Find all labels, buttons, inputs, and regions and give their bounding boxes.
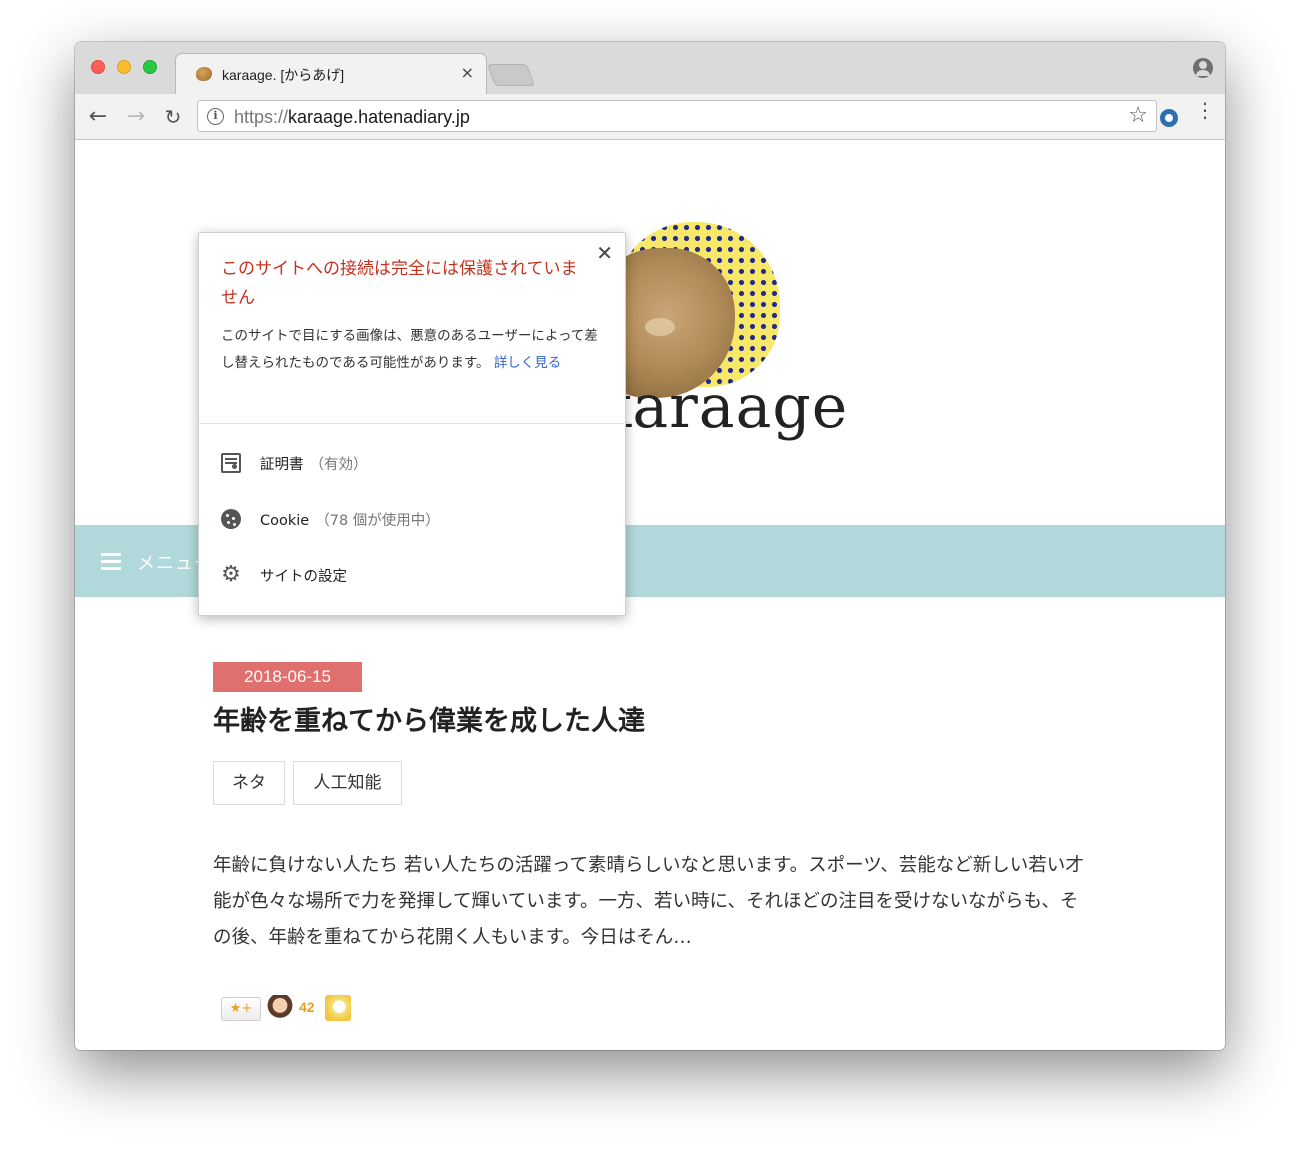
- gear-icon: ⚙: [221, 562, 241, 587]
- new-tab-button[interactable]: [486, 64, 536, 86]
- profile-icon[interactable]: [1193, 58, 1213, 78]
- row-label: Cookie: [260, 513, 310, 529]
- url-scheme: https://: [234, 107, 289, 127]
- browser-menu-icon[interactable]: ⋮: [1195, 100, 1215, 120]
- site-settings-label: サイトの設定: [260, 569, 347, 585]
- site-logo-text[interactable]: karaage: [595, 372, 848, 442]
- url-text[interactable]: https://karaage.hatenadiary.jp: [234, 107, 470, 128]
- browser-window: karaage. [からあげ] × ← → ↻ i https://karaag…: [75, 42, 1225, 1050]
- cookie-row[interactable]: Cookie （78 個が使用中）: [221, 505, 601, 533]
- close-window-button[interactable]: [91, 60, 105, 74]
- tag-neta[interactable]: ネタ: [213, 761, 285, 805]
- forward-button[interactable]: →: [123, 104, 149, 130]
- maximize-window-button[interactable]: [143, 60, 157, 74]
- back-button[interactable]: ←: [85, 104, 111, 130]
- tab-close-icon[interactable]: ×: [461, 63, 474, 83]
- toolbar: ← → ↻ i https://karaage.hatenadiary.jp ☆…: [75, 94, 1225, 140]
- row-sub: （78 個が使用中）: [315, 513, 440, 529]
- tag-ai[interactable]: 人工知能: [293, 761, 402, 805]
- minimize-window-button[interactable]: [117, 60, 131, 74]
- user-avatar[interactable]: [325, 995, 351, 1021]
- certificate-label: 証明書 （有効）: [260, 453, 368, 474]
- tab-title: karaage. [からあげ]: [222, 67, 345, 83]
- row-label: 証明書: [260, 457, 304, 473]
- star-count[interactable]: 42: [299, 999, 315, 1015]
- popup-close-icon[interactable]: ✕: [596, 241, 613, 265]
- user-avatar[interactable]: [267, 995, 293, 1021]
- add-star-button[interactable]: ★+: [221, 997, 261, 1021]
- site-info-popup: ✕ このサイトへの接続は完全には保護されていません このサイトで目にする画像は、…: [198, 232, 627, 616]
- cookie-icon: [221, 509, 241, 529]
- learn-more-link[interactable]: 詳しく見る: [494, 355, 562, 371]
- cookie-label: Cookie （78 個が使用中）: [260, 509, 440, 530]
- tab-bar: karaage. [からあげ] ×: [75, 42, 1225, 95]
- favicon-icon: [196, 67, 212, 81]
- site-settings-row[interactable]: ⚙ サイトの設定: [221, 561, 601, 589]
- bookmark-star-icon[interactable]: ☆: [1128, 104, 1148, 128]
- page-content: karaage メニュー 2018-06-15 年齢を重ねてから偉業を成した人達…: [75, 140, 1225, 1050]
- certificate-icon: [221, 453, 241, 473]
- site-info-icon[interactable]: i: [207, 108, 224, 125]
- active-tab[interactable]: karaage. [からあげ] ×: [175, 53, 487, 95]
- reload-button[interactable]: ↻: [160, 104, 186, 130]
- article-excerpt: 年齢に負けない人たち 若い人たちの活躍って素晴らしいなと思います。スポーツ、芸能…: [213, 855, 1084, 948]
- url-host: karaage.hatenadiary.jp: [288, 107, 470, 127]
- security-warning-heading: このサイトへの接続は完全には保護されていません: [221, 259, 578, 308]
- popup-divider: [199, 423, 627, 424]
- address-bar[interactable]: i https://karaage.hatenadiary.jp ☆: [197, 100, 1157, 132]
- extension-icon[interactable]: [1160, 109, 1178, 127]
- row-sub: （有効）: [309, 457, 368, 473]
- security-warning-description: このサイトで目にする画像は、悪意のあるユーザーによって差し替えられたものである可…: [221, 323, 601, 377]
- article-title[interactable]: 年齢を重ねてから偉業を成した人達: [213, 699, 645, 738]
- hamburger-icon[interactable]: [101, 553, 121, 570]
- certificate-row[interactable]: 証明書 （有効）: [221, 449, 601, 477]
- article-date[interactable]: 2018-06-15: [213, 662, 362, 692]
